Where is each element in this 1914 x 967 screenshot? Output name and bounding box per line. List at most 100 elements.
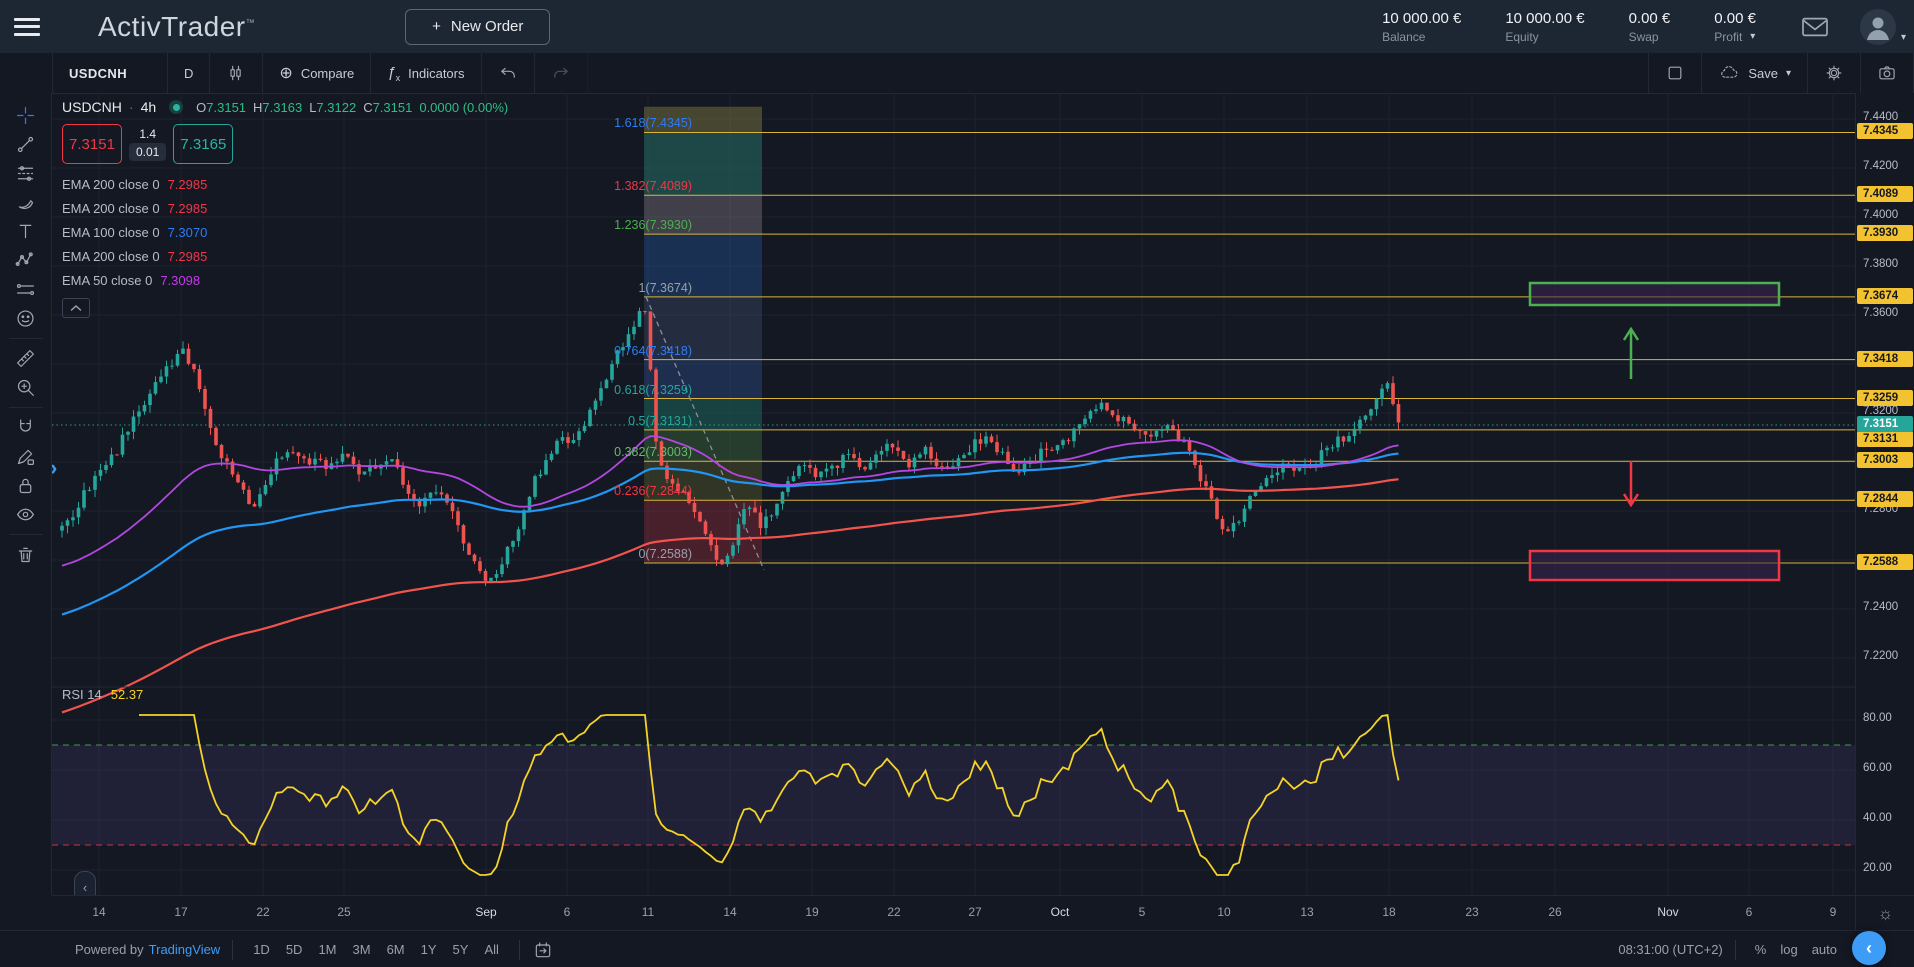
screenshot-button[interactable]	[1861, 53, 1914, 93]
fib-price-badge: 7.3003	[1857, 452, 1913, 468]
time-tick: 6	[564, 905, 571, 919]
time-tick: 22	[887, 905, 900, 919]
range-6m[interactable]: 6M	[379, 939, 413, 960]
watchlist-expander[interactable]: ›	[52, 455, 57, 481]
xabcd-pattern-tool[interactable]	[9, 246, 43, 275]
date-ranges: 1D5D1M3M6M1Y5YAll	[245, 939, 507, 960]
price-tick: 7.2200	[1863, 650, 1898, 662]
time-tick: Oct	[1051, 905, 1070, 919]
rsi-tick: 40.00	[1863, 812, 1892, 824]
menu-icon[interactable]	[14, 18, 40, 36]
fib-level-label: 0.236(7.2844)	[614, 484, 692, 498]
redo-button[interactable]	[535, 53, 588, 93]
magnet-tool[interactable]	[9, 413, 43, 442]
time-tick: 14	[723, 905, 736, 919]
legend-collapse-button[interactable]	[62, 298, 90, 318]
hide-all-icon	[15, 504, 36, 525]
range-3m[interactable]: 3M	[345, 939, 379, 960]
chart-plot-area[interactable]: 1.618(7.4345)1.382(7.4089)1.236(7.3930)1…	[52, 93, 1855, 895]
time-tick: 25	[337, 905, 350, 919]
stat-profit: 0.00 €Profit▾	[1714, 10, 1756, 44]
trend-line-tool[interactable]	[9, 130, 43, 159]
pane-collapse-button[interactable]: ‹	[74, 871, 96, 895]
brush-icon	[15, 192, 36, 213]
range-1d[interactable]: 1D	[245, 939, 278, 960]
time-tick: 13	[1300, 905, 1313, 919]
text-tool[interactable]	[9, 217, 43, 246]
indicator-row[interactable]: EMA 200 close 07.2985	[62, 244, 508, 268]
indicator-row[interactable]: EMA 50 close 07.3098	[62, 268, 508, 292]
mail-icon[interactable]	[1800, 15, 1830, 39]
indicator-row[interactable]: EMA 200 close 07.2985	[62, 172, 508, 196]
profit-caret-icon[interactable]: ▾	[1750, 31, 1755, 42]
range-5d[interactable]: 5D	[278, 939, 311, 960]
fib-level-label: 0.618(7.3259)	[614, 383, 692, 397]
price-tick: 7.2400	[1863, 601, 1898, 613]
fib-retracement-tool[interactable]	[9, 159, 43, 188]
new-order-button[interactable]: + New Order	[405, 9, 550, 45]
chart-style-button[interactable]	[210, 53, 263, 93]
sun-icon: ☼	[1878, 904, 1894, 924]
lot-size[interactable]: 0.01	[129, 143, 166, 161]
buy-price-button[interactable]: 7.3165	[173, 124, 233, 164]
fib-level-label: 1(7.3674)	[638, 281, 692, 295]
range-1m[interactable]: 1M	[310, 939, 344, 960]
range-1y[interactable]: 1Y	[413, 939, 445, 960]
collapse-panel-fab[interactable]: ‹	[1852, 931, 1886, 965]
mode-log[interactable]: log	[1773, 939, 1804, 960]
fib-price-badge: 7.3131	[1857, 431, 1913, 447]
fib-price-badge: 7.2588	[1857, 554, 1913, 570]
drawing-toolbar	[0, 93, 52, 895]
layout-select-button[interactable]	[1648, 53, 1702, 93]
rsi-tick: 60.00	[1863, 762, 1892, 774]
range-5y[interactable]: 5Y	[445, 939, 477, 960]
emoji-tool[interactable]	[9, 304, 43, 333]
hide-all-tool[interactable]	[9, 500, 43, 529]
interval-button[interactable]: D	[168, 53, 210, 93]
sell-price-button[interactable]: 7.3151	[62, 124, 122, 164]
drawing-lock-tool[interactable]	[9, 442, 43, 471]
range-all[interactable]: All	[476, 939, 506, 960]
gear-icon	[1824, 63, 1844, 83]
indicator-row[interactable]: EMA 100 close 07.3070	[62, 220, 508, 244]
undo-button[interactable]	[482, 53, 535, 93]
time-axis[interactable]: 14172225Sep61114192227Oct51013182326Nov6…	[52, 895, 1855, 931]
powered-by-label: Powered by	[75, 942, 144, 957]
remove-all-tool[interactable]	[9, 540, 43, 569]
go-to-date-button[interactable]	[532, 940, 554, 960]
time-tick: 17	[174, 905, 187, 919]
save-button[interactable]: Save ▾	[1702, 53, 1808, 93]
redo-icon	[551, 63, 571, 83]
symbol-button[interactable]: USDCNH	[52, 53, 168, 93]
fib-level-label: 1.236(7.3930)	[614, 218, 692, 232]
zoom-in-icon	[15, 377, 36, 398]
price-tick: 7.3800	[1863, 258, 1898, 270]
brush-tool[interactable]	[9, 188, 43, 217]
crosshair-tool[interactable]	[9, 101, 43, 130]
time-tick: Sep	[475, 905, 496, 919]
user-avatar[interactable]: ▾	[1860, 9, 1896, 45]
avatar-caret-icon: ▾	[1901, 32, 1906, 43]
save-caret-icon: ▾	[1786, 68, 1791, 79]
ruler-icon	[15, 348, 36, 369]
price-scale[interactable]: 7.44007.42007.40007.38007.36007.32007.28…	[1855, 93, 1914, 895]
axis-settings-button[interactable]: ☼	[1855, 895, 1914, 931]
clock[interactable]: 08:31:00 (UTC+2)	[1618, 942, 1722, 957]
compare-button[interactable]: ⊕ Compare	[263, 53, 371, 93]
go-to-date-icon	[532, 940, 554, 960]
indicator-row[interactable]: EMA 200 close 07.2985	[62, 196, 508, 220]
settings-button[interactable]	[1808, 53, 1861, 93]
lock-all-icon	[15, 475, 36, 496]
ruler-tool[interactable]	[9, 344, 43, 373]
fx-icon: ƒx	[387, 64, 400, 83]
tradingview-link[interactable]: TradingView	[149, 942, 221, 957]
long-position-tool[interactable]	[9, 275, 43, 304]
indicators-button[interactable]: ƒx Indicators	[371, 53, 481, 93]
current-price-badge: 7.3151	[1857, 416, 1913, 432]
zoom-in-tool[interactable]	[9, 373, 43, 402]
lock-all-tool[interactable]	[9, 471, 43, 500]
mode-percent[interactable]: %	[1748, 939, 1774, 960]
fib-price-badge: 7.4345	[1857, 123, 1913, 139]
spread-value: 1.4	[139, 127, 156, 141]
mode-auto[interactable]: auto	[1805, 939, 1844, 960]
